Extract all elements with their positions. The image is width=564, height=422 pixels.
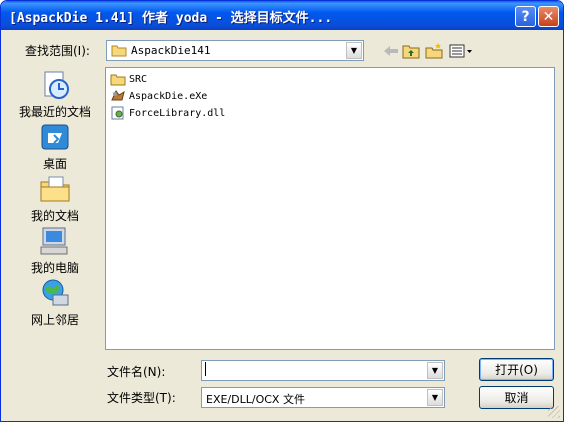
cancel-button-label: 取消 bbox=[504, 391, 529, 405]
place-my-documents[interactable]: 我的文档 bbox=[9, 171, 101, 223]
view-menu-icon[interactable] bbox=[448, 41, 474, 61]
close-icon: ✕ bbox=[542, 8, 555, 25]
place-label: 网上邻居 bbox=[30, 313, 79, 327]
file-type-combo[interactable]: EXE/DLL/OCX 文件 ▼ bbox=[201, 387, 445, 408]
exe-icon bbox=[111, 90, 125, 101]
up-folder-icon[interactable] bbox=[401, 41, 421, 61]
folder-icon bbox=[111, 45, 127, 57]
my-documents-icon bbox=[40, 176, 70, 202]
look-in-value: AspackDie141 bbox=[131, 44, 211, 57]
list-item[interactable]: AspackDie.eXe bbox=[110, 88, 207, 104]
help-icon: ? bbox=[521, 8, 530, 25]
network-places-icon bbox=[42, 279, 69, 306]
folder-icon bbox=[110, 74, 126, 86]
back-arrow-icon[interactable] bbox=[381, 41, 401, 61]
place-label: 我最近的文档 bbox=[18, 105, 91, 119]
place-desktop[interactable]: 桌面 bbox=[9, 119, 101, 171]
file-name-field[interactable]: ▼ bbox=[201, 360, 445, 381]
file-type-label: 文件类型(T): bbox=[107, 391, 176, 405]
file-name: ForceLibrary.dll bbox=[129, 107, 226, 119]
close-button[interactable]: ✕ bbox=[538, 6, 559, 27]
chevron-down-icon[interactable]: ▼ bbox=[427, 362, 443, 379]
place-network[interactable]: 网上邻居 bbox=[9, 275, 101, 327]
file-name: AspackDie.eXe bbox=[129, 90, 208, 102]
recent-documents-icon bbox=[44, 71, 69, 99]
cancel-button[interactable]: 取消 bbox=[479, 386, 554, 409]
places-bar: 我最近的文档 桌面 我的文档 我的电脑 网上邻居 bbox=[9, 67, 101, 349]
open-button-label: 打开(O) bbox=[495, 363, 538, 377]
place-label: 我的文档 bbox=[30, 209, 79, 223]
place-my-computer[interactable]: 我的电脑 bbox=[9, 223, 101, 275]
file-name-label: 文件名(N): bbox=[107, 365, 166, 379]
open-button[interactable]: 打开(O) bbox=[479, 358, 554, 381]
file-open-dialog: [AspackDie 1.41] 作者 yoda - 选择目标文件... ? ✕… bbox=[0, 0, 564, 422]
file-list[interactable]: SRC AspackDie.eXe ForceLibrary.dll bbox=[105, 67, 555, 350]
desktop-icon bbox=[41, 124, 69, 150]
help-button[interactable]: ? bbox=[515, 6, 536, 27]
place-label: 桌面 bbox=[42, 157, 67, 171]
text-caret bbox=[205, 361, 206, 376]
place-label: 我的电脑 bbox=[30, 261, 79, 275]
file-type-value: EXE/DLL/OCX 文件 bbox=[206, 393, 305, 406]
title-bar[interactable]: [AspackDie 1.41] 作者 yoda - 选择目标文件... ? ✕ bbox=[1, 1, 563, 30]
look-in-combo[interactable]: AspackDie141 ▼ bbox=[106, 40, 364, 61]
resize-grip[interactable] bbox=[548, 406, 560, 418]
list-item[interactable]: ForceLibrary.dll bbox=[110, 105, 225, 121]
dll-icon bbox=[111, 106, 124, 120]
chevron-down-icon[interactable]: ▼ bbox=[346, 42, 362, 59]
file-name: SRC bbox=[129, 73, 148, 85]
window-title: [AspackDie 1.41] 作者 yoda - 选择目标文件... bbox=[9, 11, 333, 26]
chevron-down-icon[interactable]: ▼ bbox=[427, 389, 443, 406]
my-computer-icon bbox=[40, 227, 68, 255]
place-recent-documents[interactable]: 我最近的文档 bbox=[9, 67, 101, 119]
list-item[interactable]: SRC bbox=[110, 71, 147, 87]
new-folder-icon[interactable] bbox=[424, 41, 444, 61]
look-in-label: 查找范围(I): bbox=[25, 44, 90, 58]
